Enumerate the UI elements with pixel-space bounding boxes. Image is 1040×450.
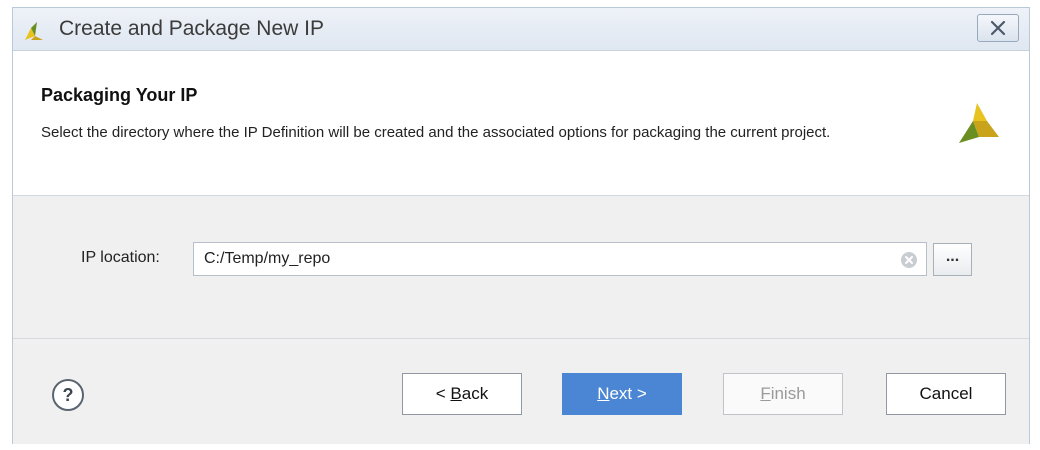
finish-button[interactable]: Finish (723, 373, 843, 415)
vivado-logo-icon (25, 22, 43, 40)
options-panel: IP location: ... (13, 196, 1029, 339)
page-description: Select the directory where the IP Defini… (41, 124, 831, 141)
next-mnemonic: N (597, 384, 610, 403)
back-rest: ack (461, 384, 489, 403)
close-icon (990, 20, 1006, 36)
clear-icon[interactable] (900, 251, 918, 269)
finish-rest: inish (770, 384, 806, 403)
svg-text:?: ? (63, 385, 74, 405)
window-title: Create and Package New IP (59, 17, 324, 40)
browse-button[interactable]: ... (933, 243, 972, 276)
back-prefix: < (435, 384, 451, 403)
page-header: Packaging Your IP Select the directory w… (13, 51, 1029, 196)
back-button[interactable]: < Back (402, 373, 522, 415)
ip-location-input[interactable] (194, 243, 894, 275)
next-rest: ext > (609, 384, 647, 403)
vivado-logo-icon (959, 103, 999, 143)
ip-location-field[interactable] (193, 242, 927, 276)
cancel-button[interactable]: Cancel (886, 373, 1006, 415)
page-title: Packaging Your IP (41, 85, 198, 105)
create-package-ip-dialog: Create and Package New IP Packaging Your… (12, 7, 1030, 444)
help-icon[interactable]: ? (51, 378, 85, 412)
title-bar[interactable]: Create and Package New IP (13, 8, 1029, 51)
dialog-footer: ? < Back Next > Finish Cancel (13, 339, 1029, 444)
ip-location-label: IP location: (81, 249, 160, 266)
next-button[interactable]: Next > (562, 373, 682, 415)
close-button[interactable] (977, 14, 1019, 42)
back-mnemonic: B (450, 384, 462, 403)
finish-mnemonic: F (760, 384, 771, 403)
